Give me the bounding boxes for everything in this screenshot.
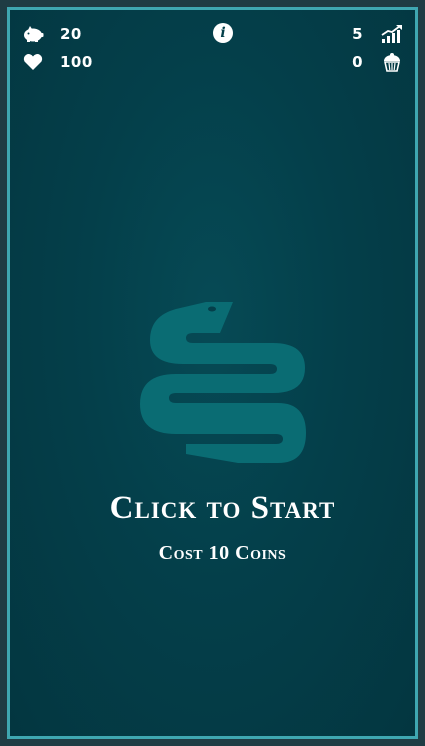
treats-stat: 0	[352, 52, 403, 72]
coins-stat: 20	[22, 24, 82, 44]
start-cost-label: Cost 10 Coins	[158, 542, 287, 564]
heart-icon	[22, 52, 44, 72]
snake-logo-icon	[140, 302, 306, 463]
game-frame: 20 100 i 5 0 Click to Start Cost 10 Coin…	[0, 0, 425, 746]
coins-value: 20	[60, 25, 82, 43]
info-icon: i	[220, 25, 226, 41]
chart-growth-icon	[381, 24, 403, 44]
info-button[interactable]: i	[213, 23, 233, 43]
piggy-bank-icon	[22, 24, 44, 44]
health-stat: 100	[22, 52, 93, 72]
cupcake-icon	[381, 52, 403, 72]
level-stat: 5	[352, 24, 403, 44]
start-button[interactable]: Click to Start	[10, 490, 415, 527]
health-value: 100	[60, 53, 93, 71]
level-value: 5	[352, 25, 363, 43]
game-board[interactable]: 20 100 i 5 0 Click to Start Cost 10 Coin…	[7, 7, 418, 739]
treats-value: 0	[352, 53, 363, 71]
